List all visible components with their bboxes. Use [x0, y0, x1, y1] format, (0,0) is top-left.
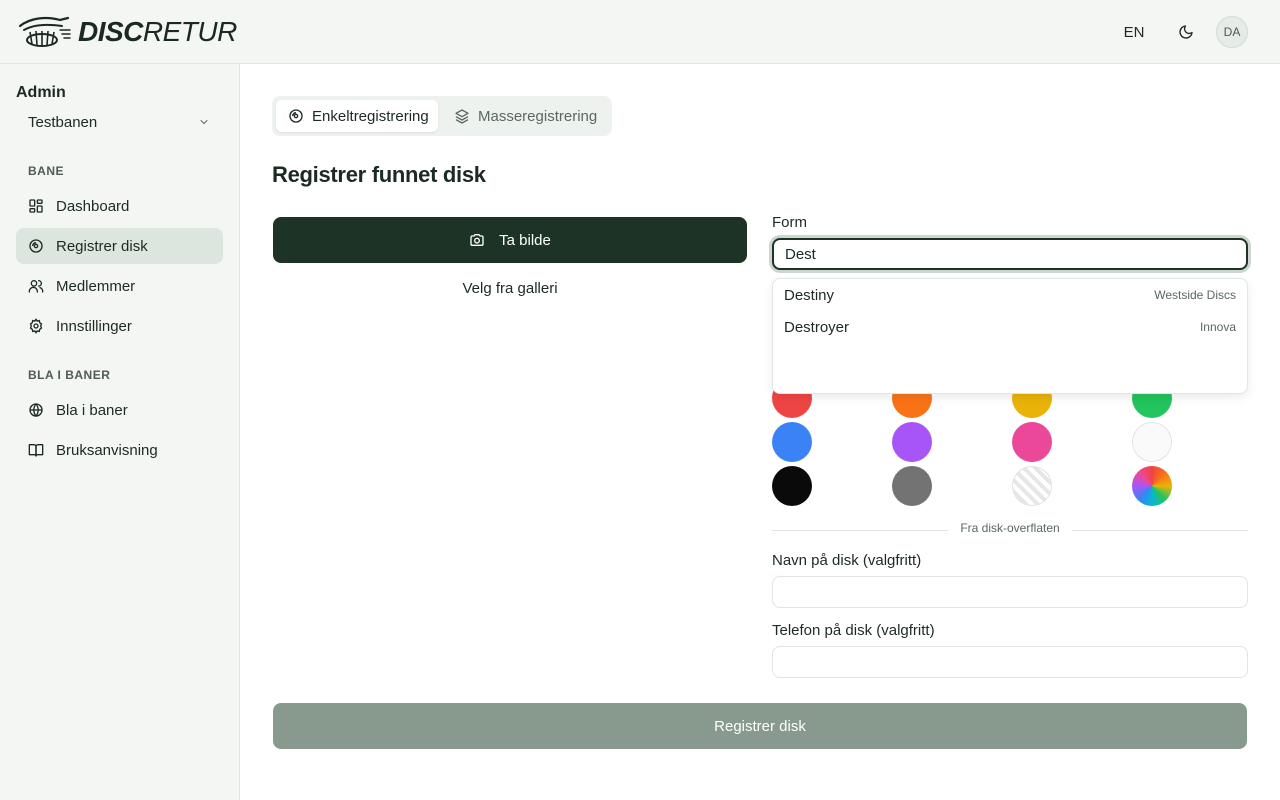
register-disc-button[interactable]: Registrer disk: [273, 703, 1247, 749]
sidebar-item-medlemmer[interactable]: Medlemmer: [16, 268, 223, 304]
logo-text-bold: DISC: [78, 16, 143, 47]
sidebar-item-label: Bruksanvisning: [56, 441, 158, 459]
logo-text-light: RETUR: [142, 16, 237, 47]
layers-icon: [454, 108, 470, 124]
sidebar: Admin Testbanen BANE Dashboard Registrer…: [0, 64, 240, 800]
course-select[interactable]: Testbanen: [16, 108, 222, 136]
sidebar-item-dashboard[interactable]: Dashboard: [16, 188, 223, 224]
color-swatch-multicolor[interactable]: [1132, 466, 1172, 506]
sidebar-item-innstillinger[interactable]: Innstillinger: [16, 308, 223, 344]
suggestion-option[interactable]: Destroyer Innova: [773, 311, 1247, 343]
color-swatch-clear[interactable]: [1012, 466, 1052, 506]
tab-masseregistrering[interactable]: Masseregistrering: [442, 100, 608, 132]
suggestion-name: Destroyer: [784, 318, 850, 336]
logo-text: DISCRETUR: [78, 16, 237, 48]
camera-icon: [469, 232, 485, 248]
suggestion-brand: Westside Discs: [1154, 288, 1236, 302]
avatar[interactable]: DA: [1216, 16, 1248, 48]
disc-name-input[interactable]: [772, 576, 1248, 608]
form-input[interactable]: Dest: [772, 238, 1248, 270]
sidebar-section-bla-i-baner: BLA I BANER: [28, 368, 111, 382]
take-photo-button[interactable]: Ta bilde: [273, 217, 747, 263]
sidebar-item-label: Innstillinger: [56, 317, 132, 335]
tab-label: Masseregistrering: [478, 107, 598, 125]
disc-name-label: Navn på disk (valgfritt): [772, 552, 922, 569]
sidebar-item-registrer-disk[interactable]: Registrer disk: [16, 228, 223, 264]
suggestion-brand: Innova: [1199, 320, 1236, 334]
sidebar-item-bruksanvisning[interactable]: Bruksanvisning: [16, 432, 223, 468]
form-suggestions-dropdown: Destiny Westside Discs Destroyer Innova: [772, 278, 1248, 394]
take-photo-label: Ta bilde: [499, 231, 551, 249]
theme-toggle-button[interactable]: [1172, 18, 1200, 46]
sidebar-item-bla-i-baner[interactable]: Bla i baner: [16, 392, 223, 428]
users-icon: [28, 278, 44, 294]
color-swatch-gray[interactable]: [892, 466, 932, 506]
disc-phone-input[interactable]: [772, 646, 1248, 678]
chevron-down-icon: [200, 120, 208, 125]
sidebar-section-bane: BANE: [28, 164, 65, 178]
sidebar-title: Admin: [16, 84, 66, 101]
course-select-value: Testbanen: [28, 113, 98, 131]
language-toggle[interactable]: EN: [1114, 18, 1154, 46]
color-swatch-pink[interactable]: [1012, 422, 1052, 462]
divider-label: Fra disk-overflaten: [948, 521, 1072, 535]
sidebar-item-label: Medlemmer: [56, 277, 136, 295]
sidebar-item-label: Dashboard: [56, 197, 130, 215]
globe-icon: [28, 402, 44, 418]
book-icon: [28, 442, 44, 458]
disc-icon: [28, 238, 44, 254]
suggestion-name: Destiny: [784, 286, 835, 304]
tab-enkeltregistrering[interactable]: Enkeltregistrering: [276, 100, 438, 132]
disc-phone-label: Telefon på disk (valgfritt): [772, 622, 935, 639]
tab-label: Enkeltregistrering: [312, 107, 429, 125]
color-swatch-blue[interactable]: [772, 422, 812, 462]
suggestion-option[interactable]: Destiny Westside Discs: [773, 279, 1247, 311]
choose-from-gallery-button[interactable]: Velg fra galleri: [273, 272, 747, 304]
logo[interactable]: DISCRETUR: [16, 12, 237, 52]
page-title: Registrer funnet disk: [272, 162, 486, 187]
form-input-value: Dest: [785, 245, 816, 263]
registration-mode-tabs: Enkeltregistrering Masseregistrering: [272, 96, 612, 136]
color-swatch-purple[interactable]: [892, 422, 932, 462]
logo-mark-icon: [18, 16, 71, 47]
app-header: DISCRETUR EN DA: [0, 0, 1280, 64]
sidebar-item-label: Bla i baner: [56, 401, 128, 419]
moon-icon: [1179, 25, 1193, 39]
form-label: Form: [772, 214, 807, 231]
sidebar-item-label: Registrer disk: [56, 237, 148, 255]
color-swatch-black[interactable]: [772, 466, 812, 506]
color-swatch-white[interactable]: [1132, 422, 1172, 462]
disc-icon: [288, 108, 304, 124]
gear-icon: [28, 318, 44, 334]
dashboard-icon: [28, 198, 44, 214]
